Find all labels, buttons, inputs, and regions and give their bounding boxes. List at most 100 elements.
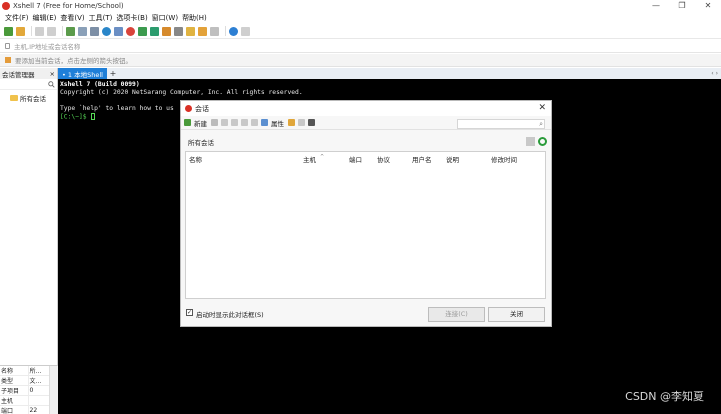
menu-view[interactable]: 查看(V) [60,13,84,23]
properties-panel: 名称 所... 类型 文... 子项目 0 主机 端口 22 [0,365,58,414]
menu-bar: 文件(F) 编辑(E) 查看(V) 工具(T) 选项卡(B) 窗口(W) 帮助(… [0,12,721,24]
menu-window[interactable]: 窗口(W) [152,13,178,23]
session-list[interactable]: 名称 主机 ^ 端口 协议 用户名 说明 修改时间 [185,151,546,299]
session-manager-title: 会话管理器 [2,70,35,79]
property-key: 类型 [0,375,29,386]
paste-icon[interactable] [241,119,248,126]
print-icon[interactable] [90,26,99,36]
tree-item-label: 所有会话 [20,95,46,103]
hint-text: 要添加当前会话，点击左侧的箭头按钮。 [15,57,132,65]
column-header-description[interactable]: 说明 [446,154,459,164]
title-bar: Xshell 7 (Free for Home/School) — ❐ ✕ [0,0,721,12]
add-tab-button[interactable]: + [108,68,118,79]
menu-file[interactable]: 文件(F) [5,13,29,23]
open-folder-icon[interactable] [16,26,25,36]
refresh-icon[interactable] [538,137,547,146]
column-header-port[interactable]: 端口 [349,154,362,164]
disconnect-icon[interactable] [47,26,56,36]
help-icon[interactable] [229,26,238,36]
cut-icon[interactable] [221,119,228,126]
toolbar-divider [225,26,226,36]
arrow-icon[interactable] [5,57,11,63]
close-button[interactable]: 关闭 [488,307,545,322]
path-actions [523,137,547,146]
chat-icon[interactable] [241,26,250,36]
compose-icon[interactable] [198,26,207,36]
column-header-protocol[interactable]: 协议 [377,154,390,164]
properties-icon[interactable] [261,119,268,126]
terminal-cursor [91,113,96,120]
reconnect-icon[interactable] [35,26,44,36]
terminal-line: Copyright (c) 2020 NetSarang Computer, I… [60,89,303,96]
xftp-icon[interactable] [126,26,135,36]
delete-icon[interactable] [251,119,258,126]
close-window-button[interactable]: ✕ [695,0,721,12]
menu-help[interactable]: 帮助(H) [182,13,207,23]
watermark: CSDN @李知夏 [625,390,704,403]
search-icon: ⌕ [539,120,543,128]
new-button[interactable]: 新建 [194,118,207,128]
column-header-username[interactable]: 用户名 [412,154,432,164]
session-manager-panel: 所有会话 [0,79,58,414]
toolbar-divider [31,26,32,36]
menu-tabs[interactable]: 选项卡(B) [116,13,147,23]
highlight-icon[interactable] [186,26,195,36]
tab-local-shell[interactable]: • 1 本地Shell [58,68,107,79]
globe-icon[interactable] [102,26,111,36]
dialog-close-button[interactable]: ✕ [538,103,546,113]
show-on-startup-checkbox[interactable]: ✓ [186,309,193,316]
minimize-button[interactable]: — [643,0,669,12]
transfer-icon[interactable] [138,26,147,36]
tab-row: 会话管理器 × • 1 本地Shell + ‹ › [0,68,721,79]
property-key: 名称 [0,366,29,376]
dialog-search-input[interactable]: ⌕ [457,119,545,129]
restore-button[interactable]: ❐ [669,0,695,12]
new-session-icon[interactable] [184,119,191,126]
session-manager-close-button[interactable]: × [50,70,55,78]
view-mode-icon[interactable] [308,119,315,126]
search-icon[interactable] [48,80,55,88]
folder-up-icon[interactable] [526,137,535,146]
window-controls: — ❐ ✕ [643,0,721,12]
show-on-startup-label[interactable]: 启动时显示此对话框(S) [196,309,264,319]
layout-icon[interactable] [210,26,219,36]
new-tab-icon[interactable] [66,26,75,36]
column-header-host[interactable]: 主机 [303,154,316,164]
menu-tools[interactable]: 工具(T) [89,13,113,23]
session-manager-header: 会话管理器 × [0,68,58,79]
connect-button[interactable]: 连接(C) [428,307,485,322]
open-icon[interactable] [288,119,295,126]
find-icon[interactable] [78,26,87,36]
menu-edit[interactable]: 编辑(E) [33,13,57,23]
toolbar-divider [62,26,63,36]
folder-icon [10,95,18,101]
property-key: 子项目 [0,385,29,396]
fullscreen-icon[interactable] [150,26,159,36]
sessions-dialog: 会话 ✕ 新建 属性 ⌕ 所有会话 名称 主机 ^ 端口 协议 用户名 说明 修… [180,100,552,327]
script-icon[interactable] [114,26,123,36]
dialog-footer: ✓ 启动时显示此对话框(S) 连接(C) 关闭 [181,305,551,325]
column-header-modified[interactable]: 修改时间 [491,154,517,164]
new-session-icon[interactable] [4,26,13,36]
copy-icon[interactable] [231,119,238,126]
xshell-logo-icon [2,2,10,10]
address-input[interactable]: 主机,IP地址或会话名称 [14,41,80,51]
export-icon[interactable] [298,119,305,126]
properties-scrollbar[interactable] [49,366,58,414]
tree-item-all-sessions[interactable]: 所有会话 [0,93,57,103]
terminal-line: Xshell 7 (Build 0099) [60,81,140,88]
lock-icon[interactable] [162,26,171,36]
dialog-path-bar: 所有会话 [185,136,549,148]
tab-scroll-arrows[interactable]: ‹ › [711,70,718,77]
column-header-name[interactable]: 名称 [189,154,202,164]
dialog-title-bar: 会话 ✕ [181,101,551,116]
keyboard-icon[interactable] [174,26,183,36]
address-bar[interactable]: 主机,IP地址或会话名称 [0,40,721,53]
property-key: 端口 [0,405,29,414]
terminal-prompt: [C:\~]$ [60,113,91,121]
property-key: 主机 [0,395,29,406]
session-search[interactable] [0,79,57,90]
properties-button[interactable]: 属性 [271,118,284,128]
lock-icon [5,43,10,49]
folder-icon[interactable] [211,119,218,126]
